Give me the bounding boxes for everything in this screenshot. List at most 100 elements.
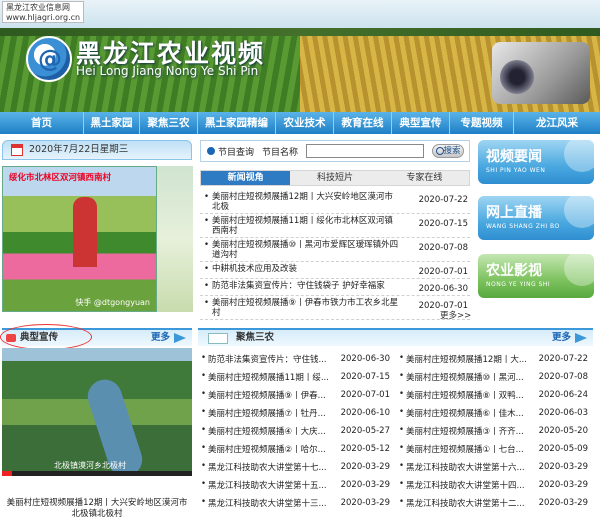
date-bar: 2020年7月22日星期三 [2, 140, 192, 160]
jjsn-more-link[interactable]: 更多 [552, 330, 571, 346]
program-query-radio[interactable] [207, 147, 215, 155]
list-item-title[interactable]: 防范非法集资宣传片：守住钱... [200, 353, 328, 365]
news-row[interactable]: 美丽村庄短视频展播11期丨绥化市北林区双河镇西南村 2020-07-15 [200, 214, 470, 238]
nav-item-dxxc[interactable]: 典型宣传 [392, 112, 450, 134]
jjsn-list-right: 美丽村庄短视频展播12期丨大... 2020-07-22 美丽村庄短视频展播⑩丨黑河… [398, 350, 590, 512]
news-row[interactable]: 美丽村庄短视频展播⑨丨伊春市铁力市工农乡北星村2020-07-01 [200, 296, 470, 320]
jjsn-title[interactable]: 聚焦三农 [236, 330, 274, 346]
list-item[interactable]: 美丽村庄短视频展播⑧丨双鸭... 2020-06-24 [398, 386, 590, 404]
video-progress-bar[interactable] [2, 471, 192, 476]
news-title[interactable]: 美丽村庄短视频展播⑩丨黑河市爱辉区瑷珲镇外四道沟村 [204, 240, 400, 260]
news-title[interactable]: 美丽村庄短视频展播11期丨绥化市北林区双河镇西南村 [204, 216, 400, 236]
list-item[interactable]: 美丽村庄短视频展播12期丨大... 2020-07-22 [398, 350, 590, 368]
list-item-title[interactable]: 美丽村庄短视频展播⑨丨伊春... [200, 389, 328, 401]
program-name-label: 节目名称 [262, 147, 299, 158]
tab-expert-online[interactable]: 专家在线 [380, 171, 469, 185]
news-row[interactable]: 美丽村庄短视频展播⑩丨黑河市爱辉区瑷珲镇外四道沟村 2020-07-08 [200, 238, 470, 262]
list-item[interactable]: 美丽村庄短视频展播⑥丨佳木... 2020-06-03 [398, 404, 590, 422]
list-item[interactable]: 黑龙江科技助农大讲堂第十三... 2020-03-29 [200, 494, 392, 512]
tab-tech-shorts[interactable]: 科技短片 [290, 171, 379, 185]
video-title[interactable]: 美丽村庄短视频展播12期丨大兴安岭地区漠河市北极镇北极村 [4, 498, 190, 520]
list-item[interactable]: 防范非法集资宣传片：守住钱... 2020-06-30 [200, 350, 392, 368]
list-item-title[interactable]: 美丽村庄短视频展播12期丨大... [398, 353, 526, 365]
list-item-date: 2020-05-09 [538, 444, 588, 454]
list-item-title[interactable]: 黑龙江科技助农大讲堂第十四... [398, 479, 526, 491]
arrow-right-icon[interactable] [174, 333, 186, 343]
list-item-title[interactable]: 黑龙江科技助农大讲堂第十六... [398, 461, 526, 473]
site-subtitle: Hei Long Jiang Nong Ye Shi Pin [76, 64, 259, 78]
list-item[interactable]: 美丽村庄短视频展播⑦丨牡丹... 2020-06-10 [200, 404, 392, 422]
list-item[interactable]: 美丽村庄短视频展播②丨哈尔... 2020-05-12 [200, 440, 392, 458]
news-list: 美丽村庄短视频展播12期丨大兴安岭地区漠河市北极 2020-07-22 美丽村庄短… [200, 190, 470, 320]
site-url-box[interactable]: 黑龙江农业信息网 www.hljagri.org.cn [2, 1, 84, 23]
featured-photo[interactable]: 绥化市北林区双河镇西南村 快手 @dtgongyuan [2, 166, 157, 312]
list-item-title[interactable]: 美丽村庄短视频展播11期丨绥... [200, 371, 328, 383]
agri-film-button[interactable]: 农业影视 NONG YE YING SHI [478, 254, 594, 298]
list-item-date: 2020-07-15 [340, 372, 390, 382]
list-item-title[interactable]: 黑龙江科技助农大讲堂第十三... [200, 497, 328, 509]
site-logo[interactable]: @ [26, 36, 72, 82]
list-item-date: 2020-06-24 [538, 390, 588, 400]
news-title[interactable]: 美丽村庄短视频展播12期丨大兴安岭地区漠河市北极 [204, 192, 400, 212]
news-row[interactable]: 防范非法集资宣传片：守住钱袋子 护好幸福家 2020-06-30 [200, 279, 470, 296]
news-more-link[interactable]: 更多>> [440, 309, 471, 321]
list-item-title[interactable]: 美丽村庄短视频展播⑧丨双鸭... [398, 389, 526, 401]
dxxc-more-link[interactable]: 更多 [151, 330, 170, 346]
list-item[interactable]: 黑龙江科技助农大讲堂第十四... 2020-03-29 [398, 476, 590, 494]
nav-item-home[interactable]: 首页 [0, 112, 84, 134]
nav-item-heitu[interactable]: 黑土家园 [84, 112, 140, 134]
video-news-button[interactable]: 视频要闻 SHI PIN YAO WEN [478, 140, 594, 184]
list-item-date: 2020-03-29 [340, 462, 390, 472]
list-item-title[interactable]: 黑龙江科技助农大讲堂第十七... [200, 461, 328, 473]
news-row[interactable]: 中耕机技术应用及改装 2020-07-01 [200, 262, 470, 279]
section-icon [208, 333, 228, 344]
current-date: 2020年7月22日星期三 [29, 144, 129, 155]
list-item-title[interactable]: 美丽村庄短视频展播⑥丨佳木... [398, 407, 526, 419]
list-item-date: 2020-05-27 [340, 426, 390, 436]
nav-item-tech[interactable]: 农业技术 [276, 112, 334, 134]
list-item[interactable]: 黑龙江科技助农大讲堂第十七... 2020-03-29 [200, 458, 392, 476]
list-item-title[interactable]: 美丽村庄短视频展播④丨大庆... [200, 425, 328, 437]
list-item-title[interactable]: 美丽村庄短视频展播⑩丨黑河... [398, 371, 526, 383]
list-item[interactable]: 美丽村庄短视频展播③丨齐齐... 2020-05-20 [398, 422, 590, 440]
nav-item-longjiang[interactable]: 龙江风采 [514, 112, 600, 134]
list-item[interactable]: 黑龙江科技助农大讲堂第十五... 2020-03-29 [200, 476, 392, 494]
news-date: 2020-07-08 [418, 243, 468, 253]
program-name-input[interactable] [306, 144, 425, 158]
news-row[interactable]: 美丽村庄短视频展播12期丨大兴安岭地区漠河市北极 2020-07-22 [200, 190, 470, 214]
camera-illustration [492, 42, 590, 104]
list-item-title[interactable]: 美丽村庄短视频展播⑦丨牡丹... [200, 407, 328, 419]
tab-news-view[interactable]: 新闻视角 [201, 171, 291, 185]
list-item[interactable]: 美丽村庄短视频展播⑩丨黑河... 2020-07-08 [398, 368, 590, 386]
live-stream-button[interactable]: 网上直播 WANG SHANG ZHI BO [478, 196, 594, 240]
list-item[interactable]: 美丽村庄短视频展播①丨七台... 2020-05-09 [398, 440, 590, 458]
list-item-title[interactable]: 黑龙江科技助农大讲堂第十五... [200, 479, 328, 491]
list-item[interactable]: 黑龙江科技助农大讲堂第十六... 2020-03-29 [398, 458, 590, 476]
list-item[interactable]: 美丽村庄短视频展播④丨大庆... 2020-05-27 [200, 422, 392, 440]
list-item-title[interactable]: 黑龙江科技助农大讲堂第十二... [398, 497, 526, 509]
list-item-date: 2020-06-30 [340, 354, 390, 364]
list-item-date: 2020-07-01 [340, 390, 390, 400]
program-query-label: 节目查询 [218, 147, 255, 158]
main-nav: 首页 黑土家园 聚焦三农 黑土家园精编 农业技术 教育在线 典型宣传 专题视频 … [0, 112, 600, 134]
search-button[interactable]: 搜索 [432, 144, 465, 158]
list-item-title[interactable]: 美丽村庄短视频展播②丨哈尔... [200, 443, 328, 455]
list-item-title[interactable]: 美丽村庄短视频展播③丨齐齐... [398, 425, 526, 437]
button-orb [564, 140, 594, 172]
video-player[interactable]: 北极镇漠河乡北极村 [2, 348, 192, 476]
arrow-right-icon[interactable] [575, 333, 587, 343]
list-item[interactable]: 美丽村庄短视频展播11期丨绥... 2020-07-15 [200, 368, 392, 386]
site-url-text: www.hljagri.org.cn [6, 13, 81, 22]
list-item-title[interactable]: 美丽村庄短视频展播①丨七台... [398, 443, 526, 455]
nav-item-heitu-jingbian[interactable]: 黑土家园精编 [198, 112, 276, 134]
news-title[interactable]: 美丽村庄短视频展播⑨丨伊春市铁力市工农乡北星村 [204, 298, 400, 318]
list-item[interactable]: 美丽村庄短视频展播⑨丨伊春... 2020-07-01 [200, 386, 392, 404]
news-title[interactable]: 中耕机技术应用及改装 [204, 264, 400, 274]
list-item[interactable]: 黑龙江科技助农大讲堂第十二... 2020-03-29 [398, 494, 590, 512]
nav-item-special[interactable]: 专题视频 [450, 112, 514, 134]
nav-item-edu[interactable]: 教育在线 [334, 112, 392, 134]
news-title[interactable]: 防范非法集资宣传片：守住钱袋子 护好幸福家 [204, 281, 400, 291]
nav-item-jjsn[interactable]: 聚焦三农 [140, 112, 198, 134]
button-orb [564, 254, 594, 286]
list-item-date: 2020-07-22 [538, 354, 588, 364]
